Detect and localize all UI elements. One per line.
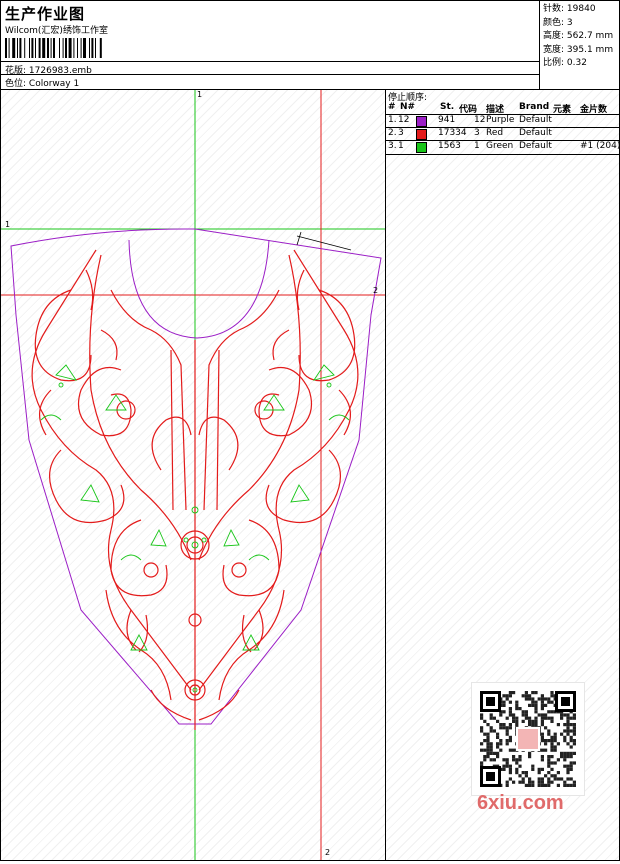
table-cell: Purple [486, 115, 515, 125]
guide-label-v2: 2 [325, 848, 331, 857]
colorway-name: Colorway 1 [28, 79, 80, 89]
table-cell: 941 [438, 115, 456, 125]
table-cell: Red [486, 128, 504, 138]
colorway-label: 色位: [5, 79, 27, 89]
table-cell: 3 [398, 128, 404, 138]
color-swatch [416, 116, 427, 127]
row-divider [386, 114, 619, 115]
table-cell: Green [486, 141, 514, 151]
company-name: Wilcom(汇宏)绣饰工作室 [5, 26, 108, 36]
guide-label-h2: 2 [373, 286, 379, 295]
stat-stitches: 针数: 19840 [543, 4, 596, 14]
stat-height: 高度: 562.7 mm [543, 31, 614, 41]
table-cell: Default [519, 128, 552, 138]
stat-colors: 颜色: 3 [543, 17, 573, 28]
table-bottom-line [386, 154, 619, 155]
table-cell: 1563 [438, 141, 461, 151]
table-cell: 1 [398, 141, 404, 151]
table-cell: 1 [474, 141, 480, 151]
qr-code [471, 682, 585, 796]
table-cell: 12 [474, 115, 486, 125]
table-cell: 3. [388, 141, 397, 151]
table-cell: 2. [388, 128, 397, 138]
colorway-row: 色位: Colorway 1 [5, 76, 79, 89]
table-header: # N# St. 代码 描述 Brand 元素 金片数 [386, 102, 619, 115]
row-divider [386, 140, 619, 141]
table-cell: Default [519, 141, 552, 151]
table-cell: 1. [388, 115, 397, 125]
divider [1, 74, 539, 75]
stats-panel: 针数: 19840 颜色: 3 高度: 562.7 mm 宽度: 395.1 m… [539, 1, 619, 89]
col-needle: N# [400, 102, 416, 112]
guide-label-h1: 1 [5, 220, 11, 229]
table-cell: 3 [474, 128, 480, 138]
color-swatch [416, 142, 427, 153]
page-title: 生产作业图 [5, 5, 86, 23]
row-divider [386, 127, 619, 128]
guide-label-v1: 1 [197, 90, 203, 99]
stat-width: 宽度: 395.1 mm [543, 44, 614, 55]
header: 生产作业图 Wilcom(汇宏)绣饰工作室 花版: 1726983.emb 色位… [1, 1, 619, 90]
table-cell: 17334 [438, 128, 467, 138]
production-sheet: 生产作业图 Wilcom(汇宏)绣饰工作室 花版: 1726983.emb 色位… [0, 0, 620, 861]
col-stitches: St. [440, 102, 455, 112]
col-brand: Brand [519, 102, 550, 112]
barcode [5, 38, 102, 58]
table-cell: #1 (204) [580, 141, 620, 151]
header-info: 生产作业图 Wilcom(汇宏)绣饰工作室 花版: 1726983.emb 色位… [1, 1, 539, 89]
stat-scale: 比例: 0.32 [543, 58, 587, 68]
color-swatch [416, 129, 427, 140]
col-index: # [388, 102, 396, 112]
design-canvas[interactable]: 1 1 2 2 [1, 90, 386, 860]
table-cell: Default [519, 115, 552, 125]
table-row: 3. 1 1563 1 Green Default #1 (204) [386, 141, 620, 154]
embroidery-design [1, 90, 385, 860]
watermark: 6xiu.com [477, 792, 564, 814]
table-cell: 12 [398, 115, 410, 125]
divider [1, 61, 539, 62]
